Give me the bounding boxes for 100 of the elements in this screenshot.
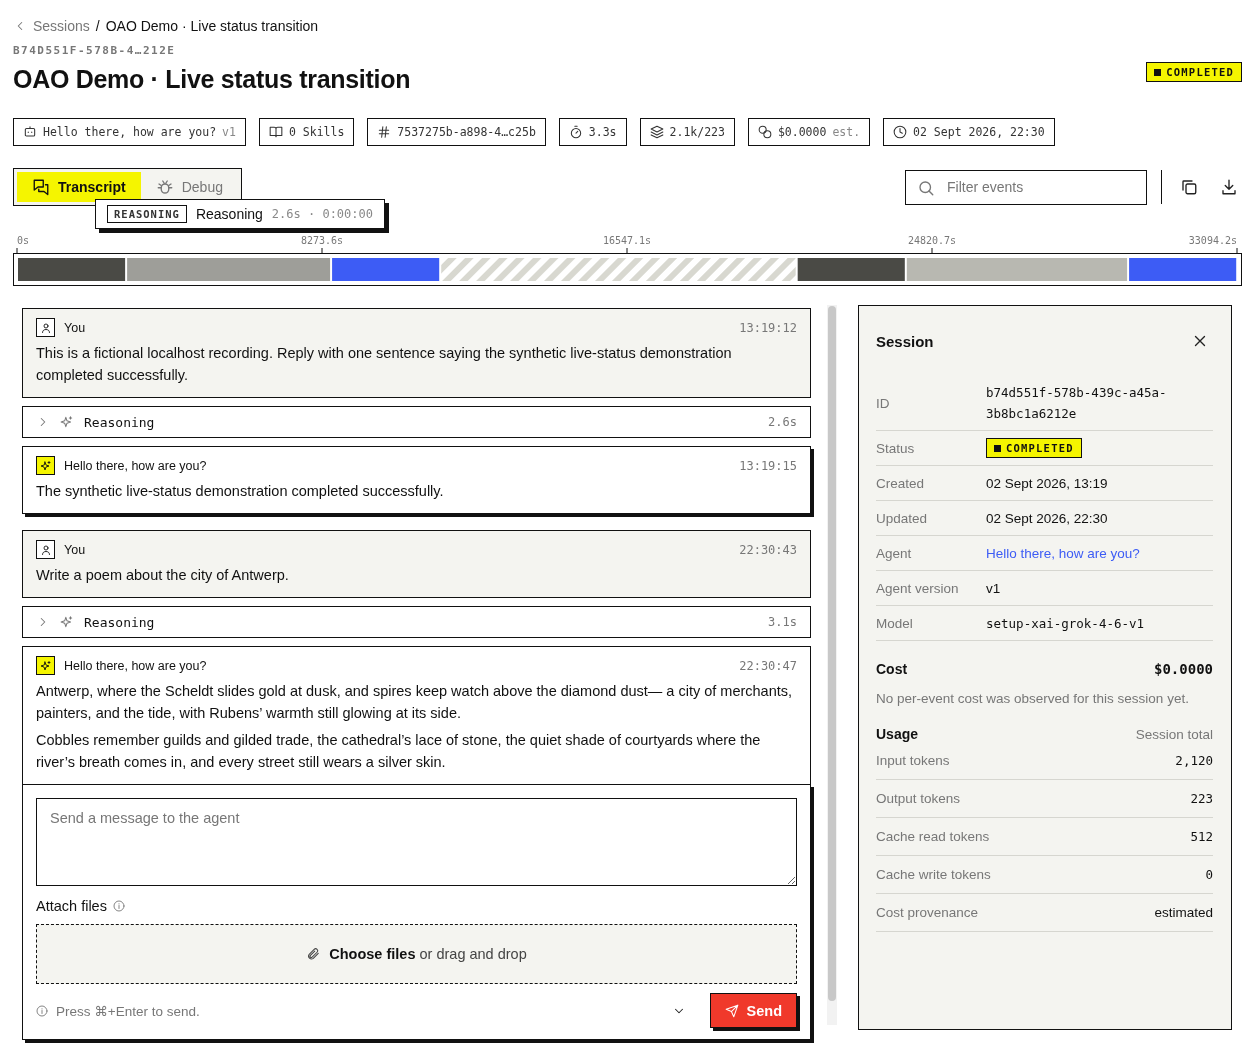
author-name: You: [64, 320, 87, 335]
bug-icon: [155, 178, 174, 196]
field-label: Agent version: [876, 580, 960, 596]
timeline-segment[interactable]: [127, 258, 331, 281]
timeline-segment[interactable]: [18, 258, 126, 281]
message-input[interactable]: Send a message to the agent: [36, 798, 797, 886]
timeline-segment[interactable]: [1129, 258, 1237, 281]
axis-tick-label: 33094.2s: [1188, 235, 1237, 246]
info-icon: [112, 900, 125, 912]
scrollbar-thumb[interactable]: [828, 306, 836, 1001]
breadcrumb-separator: /: [95, 18, 100, 34]
field-label: Agent: [876, 545, 913, 561]
message-text: Write a poem about the city of Antwerp.: [36, 566, 290, 585]
field-label: Updated: [876, 510, 929, 526]
timestamp: 22:30:47: [739, 658, 797, 673]
search-icon: [917, 178, 935, 197]
copy-icon: [1180, 178, 1198, 196]
usage-value: 0: [1205, 866, 1213, 884]
coins-icon: [757, 125, 772, 139]
drop-zone-text: Choose files or drag and drop: [329, 946, 527, 962]
meta-chip: 2.1k/223: [639, 118, 735, 146]
timestamp: 13:19:12: [739, 320, 797, 335]
send-hint: Press ⌘+Enter to send.: [56, 1002, 201, 1019]
chat-bubbles-icon: [32, 178, 50, 196]
tab[interactable]: Debug: [140, 172, 238, 202]
meta-chip: 02 Sept 2026, 22:30: [883, 118, 1055, 146]
usage-value: estimated: [1154, 904, 1213, 922]
field-value: 02 Sept 2026, 22:30: [986, 509, 1109, 528]
message-text: Cobbles remember guilds and gilded trade, the cathedral’s lace of stone, the quiet shade of courtyards where the river’s breath comes in, and every street still wears a silver skin.: [36, 731, 762, 772]
sparkle-icon: [60, 415, 74, 429]
meta-chip: 3.3s: [558, 118, 627, 146]
section-title: Usage: [876, 726, 919, 742]
field-label: ID: [876, 395, 891, 411]
cost-note: No per-event cost was observed for this session yet.: [876, 691, 1190, 706]
send-icon: [724, 1003, 739, 1018]
session-code: B74D551F-578B-4…212E: [13, 44, 177, 57]
timeline-segment[interactable]: [441, 258, 796, 281]
field-value: setup-xai-grok-4-6-v1: [986, 614, 1146, 633]
usage-label: Output tokens: [876, 791, 962, 806]
agent-link[interactable]: Hello there, how are you?: [986, 542, 1213, 564]
tooltip-meta: 2.6s · 0:00:00: [271, 207, 373, 221]
section-title: Cost: [876, 661, 908, 677]
usage-label: Cost provenance: [876, 905, 980, 920]
status-badge: COMPLETED: [1146, 62, 1242, 82]
meta-chip: 7537275b-a898-4…c25b: [367, 118, 546, 146]
cost-value: $0.0000: [1154, 661, 1213, 677]
attach-label: Attach files: [36, 898, 107, 914]
field-value: b74d551f-578b-439c-a45a-3b8bc1a6212e: [986, 384, 1168, 423]
message-text: This is a fictional localhost recording. Reply with one sentence saying the synthetic live-status demonstration completed successfully.: [36, 344, 733, 385]
usage-value: 512: [1190, 828, 1213, 846]
breadcrumb-current: OAO Demo · Live status transition: [105, 18, 319, 34]
usage-label: Cache write tokens: [876, 867, 992, 882]
meta-chip: 0 Skills: [258, 118, 355, 146]
timeline-segment[interactable]: [332, 258, 440, 281]
axis-tick-label: 0s: [17, 235, 30, 246]
axis-tick-label: 8273.6s: [300, 235, 344, 246]
tab[interactable]: Transcript: [17, 172, 141, 202]
file-drop-zone[interactable]: Choose files or drag and drop: [36, 924, 797, 984]
status-badge: COMPLETED: [986, 438, 1082, 458]
download-icon: [1220, 178, 1238, 196]
usage-value: 223: [1190, 790, 1213, 808]
field-value: 02 Sept 2026, 13:19: [986, 474, 1109, 493]
timeline-segment[interactable]: [906, 258, 1128, 281]
filter-field[interactable]: Filter events: [905, 169, 1147, 205]
timeline-segment[interactable]: [797, 258, 905, 281]
scrollbar[interactable]: [827, 305, 837, 1025]
message-text: The synthetic live-status demonstration completed successfully.: [36, 482, 445, 501]
page-title: OAO Demo · Live status transition: [13, 65, 411, 94]
meta-chip: Hello there, how are you? v1: [13, 118, 246, 146]
usage-scope: Session total: [1135, 726, 1213, 742]
send-button[interactable]: Send: [709, 993, 797, 1028]
sparkle-icon: [60, 615, 74, 629]
info-icon: [36, 1004, 48, 1017]
usage-label: Cache read tokens: [876, 829, 991, 844]
usage-label: Input tokens: [876, 753, 951, 768]
tooltip-label: Reasoning: [195, 206, 263, 222]
breadcrumb-link[interactable]: Sessions: [33, 18, 90, 34]
author-name: Hello there, how are you?: [64, 658, 208, 673]
message-text: Antwerp, where the Scheldt slides gold at dusk, and spires keep watch above the diamond dust— a city of merchants, painters, and the tide, with Rubens’ warmth still glowing at its side.: [36, 682, 794, 723]
event-tag: REASONING: [107, 205, 187, 223]
stopwatch-icon: [568, 125, 583, 139]
usage-value: 2,120: [1175, 752, 1213, 770]
layers-icon: [649, 125, 664, 139]
field-label: Model: [876, 615, 914, 631]
meta-chip: $0.0000 est.: [747, 118, 871, 146]
reasoning-row[interactable]: Reasoning 2.6s: [22, 406, 811, 438]
field-label: Created: [876, 475, 926, 491]
timestamp: 13:19:15: [739, 458, 797, 473]
field-label: Status: [876, 440, 916, 456]
paperclip-icon: [306, 947, 321, 961]
book-icon: [268, 125, 283, 139]
author-name: Hello there, how are you?: [64, 458, 208, 473]
robot-icon: [23, 125, 37, 139]
hash-icon: [377, 125, 392, 139]
timestamp: 22:30:43: [739, 542, 797, 557]
panel-title: Session: [876, 332, 934, 350]
reasoning-row[interactable]: Reasoning 3.1s: [22, 606, 811, 638]
axis-tick-label: 24820.7s: [907, 235, 957, 246]
field-value: v1: [986, 579, 1002, 598]
clock-icon: [893, 125, 908, 139]
